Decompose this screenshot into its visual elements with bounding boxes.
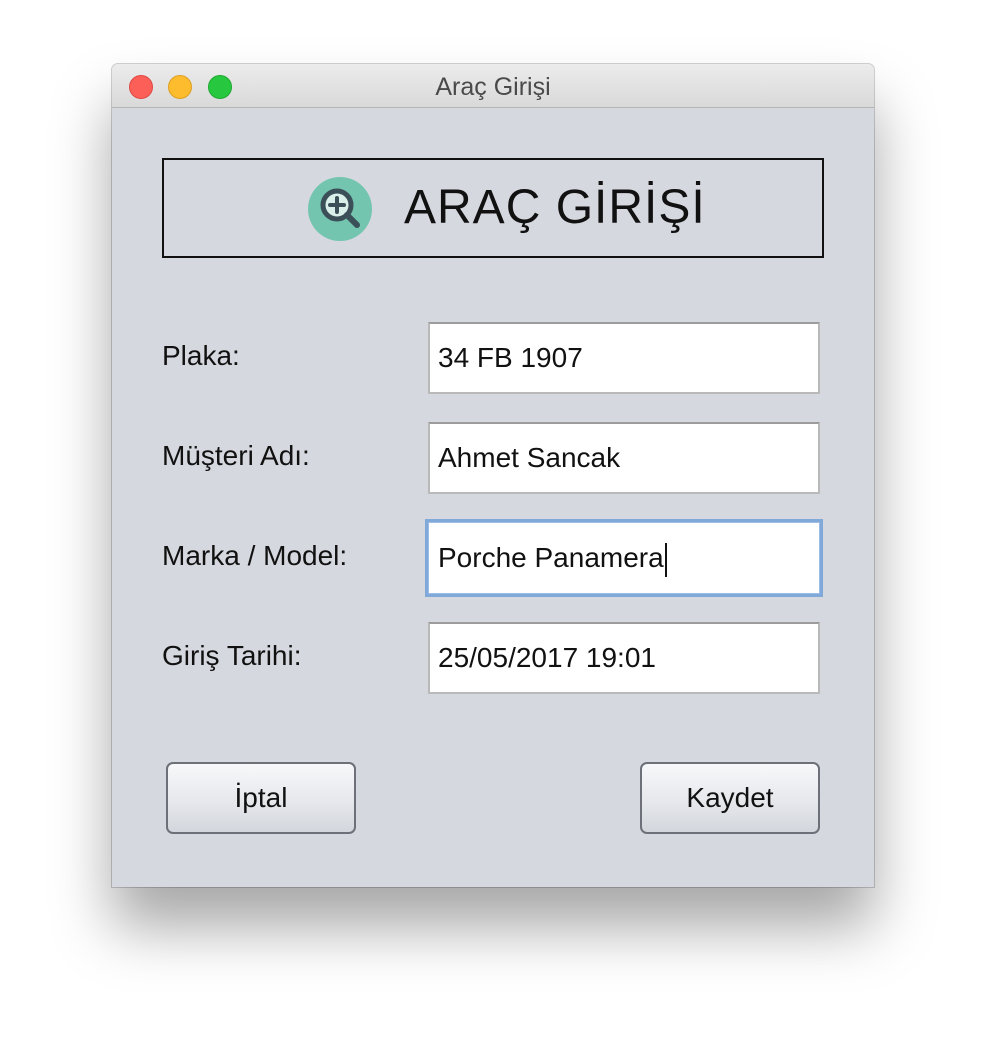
cancel-button[interactable]: İptal [166,762,356,834]
zoom-in-magnifier-icon [308,177,372,241]
text-caret [664,542,667,577]
brand-model-input[interactable]: Porche Panamera [425,519,823,597]
brand-model-label: Marka / Model: [162,540,348,571]
title-bar[interactable]: Araç Girişi [112,64,874,108]
entry-date-input[interactable]: 25/05/2017 19:01 [428,622,820,694]
header-banner: ARAÇ GİRİŞİ [162,158,824,258]
app-window: Araç Girişi ARAÇ GİRİŞİ Plaka: 34 FB 190… [112,64,874,887]
window-title: Araç Girişi [435,73,551,101]
plate-label: Plaka: [162,340,240,371]
brand-model-value: Porche Panamera [438,542,664,573]
customer-name-label: Müşteri Adı: [162,440,310,471]
customer-name-input[interactable]: Ahmet Sancak [428,422,820,494]
entry-date-label: Giriş Tarihi: [162,640,302,671]
plate-input[interactable]: 34 FB 1907 [428,322,820,394]
page-title: ARAÇ GİRİŞİ [404,181,706,234]
save-button[interactable]: Kaydet [640,762,820,834]
